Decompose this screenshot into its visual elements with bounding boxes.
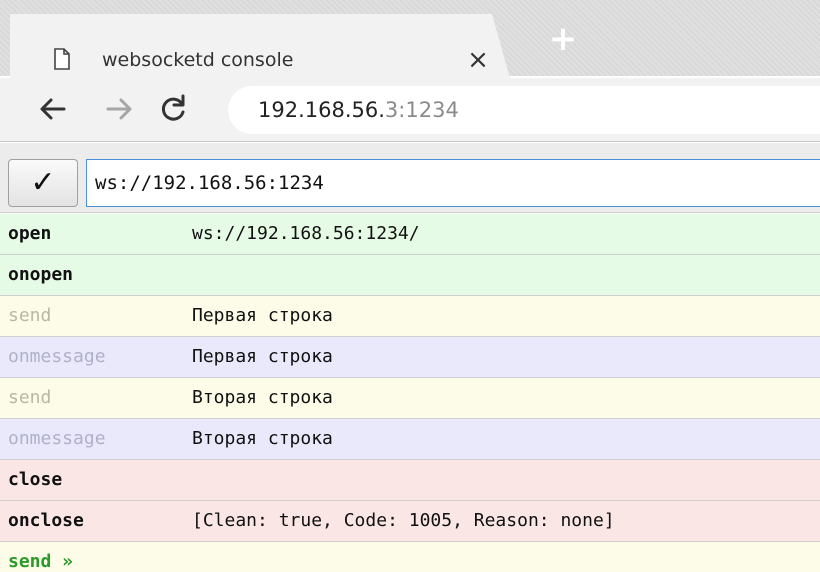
connect-button[interactable]: ✓ xyxy=(8,159,78,207)
log-row-open: open ws://192.168.56:1234/ xyxy=(0,214,820,255)
close-icon[interactable]: × xyxy=(466,47,490,73)
log-event-type: send xyxy=(8,305,52,326)
log-event-type: onclose xyxy=(8,510,84,531)
tab-title: websocketd console xyxy=(102,49,294,71)
log-event-type: onmessage xyxy=(8,428,106,449)
plus-icon[interactable]: + xyxy=(548,22,578,56)
connect-bar: ✓ xyxy=(0,143,820,213)
tab-strip: websocketd console × + xyxy=(0,0,820,78)
log-event-type: onmessage xyxy=(8,346,106,367)
address-url: 192.168.56.3:1234 xyxy=(258,86,459,134)
log-row-onopen: onopen xyxy=(0,255,820,296)
send-input-row[interactable]: send » xyxy=(0,542,820,572)
reload-icon[interactable] xyxy=(156,92,190,126)
log-message: [Clean: true, Code: 1005, Reason: none] xyxy=(192,510,615,531)
log-row-onmessage: onmessage Первая строка xyxy=(0,337,820,378)
message-log: open ws://192.168.56:1234/onopen send Перва… xyxy=(0,214,820,572)
log-event-type: open xyxy=(8,223,52,244)
browser-tab[interactable]: websocketd console × xyxy=(10,14,510,78)
log-row-onclose: onclose [Clean: true, Code: 1005, Reason:… xyxy=(0,501,820,542)
log-message: Первая строка xyxy=(192,305,333,326)
url-host: 192.168.56. xyxy=(258,98,385,122)
log-message: Первая строка xyxy=(192,346,333,367)
log-row-onmessage: onmessage Вторая строка xyxy=(0,419,820,460)
log-message: Вторая строка xyxy=(192,387,333,408)
log-message: ws://192.168.56:1234/ xyxy=(192,223,420,244)
address-bar[interactable]: 192.168.56.3:1234 xyxy=(228,86,820,134)
log-event-type: onopen xyxy=(8,264,74,285)
back-arrow-icon[interactable] xyxy=(36,92,70,126)
url-port: 3:1234 xyxy=(384,98,459,122)
send-prompt-label: send » xyxy=(8,551,74,572)
log-row-send: send Первая строка xyxy=(0,296,820,337)
log-event-type: close xyxy=(8,469,63,490)
log-message: Вторая строка xyxy=(192,428,333,449)
log-row-close: close xyxy=(0,460,820,501)
navigation-bar: 192.168.56.3:1234 xyxy=(0,78,820,142)
websocket-url-input[interactable] xyxy=(86,159,820,207)
forward-arrow-icon[interactable] xyxy=(102,92,136,126)
document-icon xyxy=(54,48,70,70)
log-row-send: send Вторая строка xyxy=(0,378,820,419)
log-event-type: send xyxy=(8,387,52,408)
